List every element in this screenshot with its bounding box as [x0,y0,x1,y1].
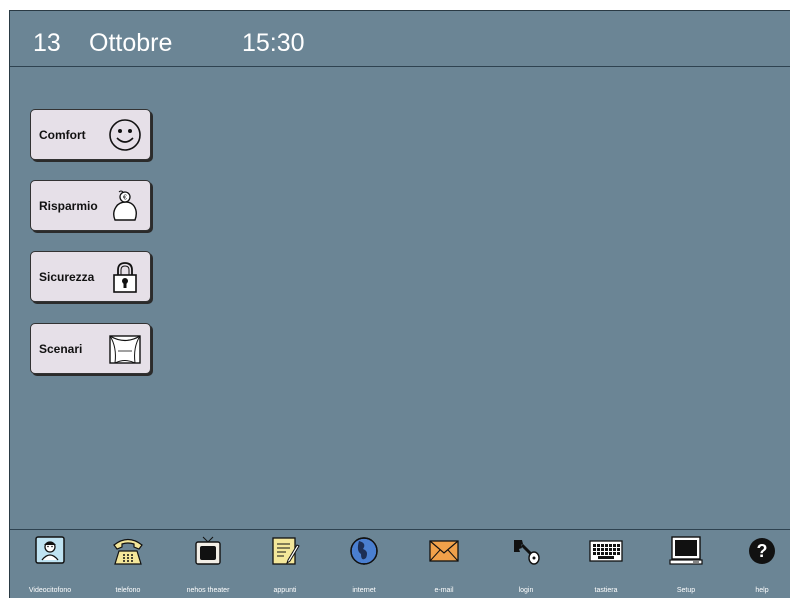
clock-time: 15:30 [242,29,305,57]
dock-label-nehos-theater: nehos theater [186,587,230,594]
dock-email[interactable]: e-mail [409,530,479,598]
dock-label-setup: Setup [676,587,696,594]
theater-curtain-icon [109,334,141,364]
dock-label-appunti: appunti [273,587,297,594]
comfort-label: Comfort [39,127,86,142]
dock-tastiera[interactable]: tastiera [571,530,641,598]
dock-nehos-theater[interactable]: nehos theater [173,530,243,598]
risparmio-button[interactable]: Risparmio € [30,180,151,231]
help-icon: ? [749,538,775,564]
globe-icon [350,537,378,565]
dock-label-telefono: telefono [115,587,141,594]
dock-internet[interactable]: internet [329,530,399,598]
main-screen: 13 Ottobre 15:30 Comfort Risparmio € Sic… [9,10,790,598]
dock-label-login: login [518,587,534,594]
dock-videocitofono[interactable]: Videocitofono [15,530,85,598]
comfort-button[interactable]: Comfort [30,109,151,160]
dock-label-internet: internet [352,587,376,594]
smiley-icon [109,118,141,151]
padlock-icon [113,261,137,293]
keyboard-icon [589,540,623,562]
sicurezza-button[interactable]: Sicurezza [30,251,151,302]
dock-label-help: help [755,587,769,594]
date-day: 13 [33,29,61,57]
sicurezza-label: Sicurezza [39,269,95,284]
risparmio-label: Risparmio [39,198,98,213]
dock-help[interactable]: ? help [727,530,790,598]
header-bar: 13 Ottobre 15:30 [10,11,790,67]
videointercom-icon [35,536,65,564]
dock-label-videocitofono: Videocitofono [28,587,72,594]
date-month: Ottobre [89,29,173,57]
key-icon [514,540,540,565]
bottom-dock: Videocitofono telefono nehos theater app… [10,529,790,598]
monitor-icon [669,536,703,565]
svg-text:?: ? [757,541,768,561]
notepad-icon [272,537,300,565]
dock-label-email: e-mail [434,587,454,594]
dock-label-tastiera: tastiera [594,587,618,594]
scenari-label: Scenari [39,341,83,356]
dock-telefono[interactable]: telefono [93,530,163,598]
envelope-icon [429,540,459,562]
piggy-bank-icon: € [113,190,137,221]
svg-text:€: € [123,194,127,201]
dock-appunti[interactable]: appunti [250,530,320,598]
dock-setup[interactable]: Setup [651,530,721,598]
telephone-icon [113,538,143,565]
dock-login[interactable]: login [491,530,561,598]
scenari-button[interactable]: Scenari [30,323,151,374]
tv-icon [195,536,221,565]
